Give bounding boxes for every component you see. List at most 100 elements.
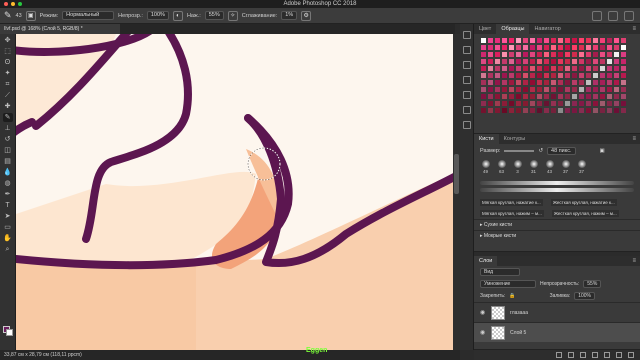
new-layer-icon[interactable] — [616, 352, 622, 358]
color-swatch[interactable] — [550, 65, 557, 72]
color-swatch[interactable] — [585, 79, 592, 86]
color-swatch[interactable] — [620, 44, 627, 51]
color-swatch[interactable] — [487, 107, 494, 114]
color-swatch[interactable] — [564, 100, 571, 107]
color-swatch[interactable] — [557, 100, 564, 107]
color-swatch[interactable] — [564, 44, 571, 51]
color-swatch[interactable] — [522, 79, 529, 86]
color-swatch[interactable] — [501, 58, 508, 65]
color-swatch[interactable] — [592, 93, 599, 100]
brush-name[interactable]: Жесткая круглая, нажим – м... — [551, 210, 619, 217]
color-swatch[interactable] — [480, 79, 487, 86]
color-swatch[interactable] — [515, 93, 522, 100]
color-swatch[interactable] — [599, 86, 606, 93]
color-swatch[interactable] — [494, 86, 501, 93]
color-swatch[interactable] — [585, 37, 592, 44]
color-swatch[interactable] — [501, 44, 508, 51]
color-swatch[interactable] — [529, 37, 536, 44]
color-swatch[interactable] — [543, 79, 550, 86]
color-swatch[interactable] — [557, 86, 564, 93]
vertical-scrollbar[interactable] — [453, 34, 460, 350]
mask-icon[interactable] — [580, 352, 586, 358]
color-swatch[interactable] — [592, 86, 599, 93]
brushes-menu-icon[interactable]: ≡ — [632, 134, 636, 144]
color-swatch[interactable] — [585, 86, 592, 93]
pen-icon[interactable]: ✒ — [3, 190, 13, 199]
color-swatch[interactable] — [606, 51, 613, 58]
color-swatch[interactable] — [578, 58, 585, 65]
color-swatch[interactable] — [522, 93, 529, 100]
color-swatch[interactable] — [613, 79, 620, 86]
color-swatch[interactable] — [585, 93, 592, 100]
color-swatch[interactable] — [508, 100, 515, 107]
color-swatch[interactable] — [557, 51, 564, 58]
color-swatch[interactable] — [543, 58, 550, 65]
color-swatch[interactable] — [501, 65, 508, 72]
color-swatch[interactable] — [529, 72, 536, 79]
color-swatch[interactable] — [599, 44, 606, 51]
color-swatch[interactable] — [550, 72, 557, 79]
color-swatch[interactable] — [606, 79, 613, 86]
color-swatch[interactable] — [529, 79, 536, 86]
brush-stroke-previews[interactable] — [474, 176, 640, 197]
new-brush-icon[interactable]: ▣ — [600, 148, 605, 154]
color-swatch[interactable] — [599, 93, 606, 100]
new-group-icon[interactable] — [604, 352, 610, 358]
color-swatch[interactable] — [494, 100, 501, 107]
color-swatch[interactable] — [620, 93, 627, 100]
color-swatch[interactable] — [501, 107, 508, 114]
zoom-window-button[interactable] — [18, 2, 22, 6]
size-field[interactable]: 48 пикс. — [547, 147, 576, 155]
styles-panel-icon[interactable] — [462, 76, 471, 84]
document-tab[interactable]: Ilvf.psd @ 168% (Слой 5, RGB/8) * — [0, 24, 120, 34]
color-swatch[interactable] — [606, 72, 613, 79]
color-swatch[interactable] — [508, 65, 515, 72]
color-swatch[interactable] — [508, 107, 515, 114]
color-swatch[interactable] — [578, 44, 585, 51]
tab-paths[interactable]: Контуры — [499, 134, 531, 144]
color-swatch[interactable] — [620, 72, 627, 79]
color-swatch[interactable] — [536, 100, 543, 107]
color-swatch[interactable] — [487, 79, 494, 86]
color-swatch[interactable] — [564, 72, 571, 79]
color-swatch[interactable] — [480, 93, 487, 100]
stamp-icon[interactable]: ⊥ — [3, 124, 13, 133]
color-swatch[interactable] — [508, 86, 515, 93]
brush-tip[interactable]: 37 — [560, 160, 571, 174]
document-size-info[interactable]: 33,87 см x 28,79 см (118,11 ppcm) — [4, 350, 82, 360]
color-swatch[interactable] — [606, 58, 613, 65]
color-swatch[interactable] — [501, 93, 508, 100]
magic-wand-icon[interactable]: ✦ — [3, 69, 13, 78]
color-swatch[interactable] — [487, 100, 494, 107]
color-swatch[interactable] — [536, 44, 543, 51]
color-swatch[interactable] — [550, 107, 557, 114]
color-swatch[interactable] — [501, 100, 508, 107]
color-swatch[interactable] — [585, 72, 592, 79]
color-swatch[interactable] — [585, 65, 592, 72]
color-swatch[interactable] — [599, 65, 606, 72]
color-swatch[interactable] — [564, 37, 571, 44]
color-swatch[interactable] — [564, 51, 571, 58]
color-swatch[interactable] — [515, 65, 522, 72]
color-swatch[interactable] — [613, 100, 620, 107]
color-swatch[interactable] — [529, 58, 536, 65]
reset-size-icon[interactable]: ↺ — [538, 148, 543, 154]
color-swatch[interactable] — [620, 79, 627, 86]
color-swatch[interactable] — [522, 65, 529, 72]
color-swatch[interactable] — [571, 79, 578, 86]
color-swatch[interactable] — [487, 37, 494, 44]
color-swatch[interactable] — [536, 93, 543, 100]
color-swatch[interactable] — [592, 72, 599, 79]
color-swatch[interactable] — [571, 93, 578, 100]
color-swatch[interactable] — [599, 58, 606, 65]
delete-layer-icon[interactable] — [628, 352, 634, 358]
brush-name[interactable]: Мягкая круглая, нажатие к... — [480, 199, 543, 206]
color-swatch[interactable] — [613, 51, 620, 58]
marquee-icon[interactable]: ⬚ — [3, 47, 13, 56]
color-swatch[interactable] — [515, 72, 522, 79]
color-swatch[interactable] — [620, 58, 627, 65]
color-swatch[interactable] — [571, 65, 578, 72]
color-swatch[interactable] — [515, 79, 522, 86]
color-swatch[interactable] — [557, 65, 564, 72]
color-swatch[interactable] — [480, 51, 487, 58]
